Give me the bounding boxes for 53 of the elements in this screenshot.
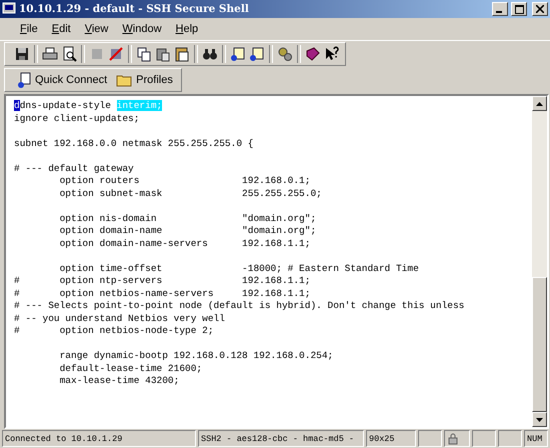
- copy-icon: [136, 46, 152, 62]
- up-arrow-icon: [536, 102, 543, 106]
- close-button[interactable]: [532, 2, 548, 16]
- scrollbar[interactable]: [532, 96, 547, 427]
- binoculars-icon: [202, 46, 218, 62]
- file-transfer-icon: [249, 46, 265, 62]
- minimize-button[interactable]: [492, 2, 508, 16]
- save-icon: [14, 46, 30, 62]
- terminal-line: option subnet-mask 255.255.255.0;: [58, 188, 323, 200]
- terminal-line: # option netbios-name-servers 192.168.1.1;: [14, 288, 312, 300]
- status-text: SSH2 - aes128-cbc - hmac-md5 -: [198, 430, 364, 447]
- terminal-line: option nis-domain "domain.org";: [58, 212, 318, 225]
- terminal-line: option time-offset -18000; # Eastern Standard Time: [58, 262, 420, 275]
- terminal-line: # option netbios-node-type 2;: [14, 325, 215, 338]
- close-icon: [536, 5, 544, 13]
- help-pointer-icon: [324, 46, 340, 62]
- disconnect-icon: [108, 46, 124, 62]
- terminal-line: range dynamic-bootp 192.168.0.128 192.168.0.254;: [58, 350, 334, 362]
- paste-icon: [155, 46, 171, 62]
- file-transfer-icon: [230, 46, 246, 62]
- profiles-button[interactable]: Profiles: [112, 71, 177, 89]
- terminal-line: # option ntp-servers 192.168.1.1;: [14, 275, 312, 288]
- terminal-line: # --- Selects point-to-point node (default is hybrid). Don't change this unless: [14, 300, 466, 312]
- menu-item[interactable]: View: [78, 21, 114, 37]
- terminal-line: max-lease-time 43200;: [58, 375, 180, 388]
- down-arrow-icon: [536, 418, 543, 422]
- status-text: 90x25: [366, 430, 416, 447]
- lock-icon: [447, 432, 459, 444]
- window-title: 10.10.1.29 - default - SSH Secure Shell: [19, 3, 250, 15]
- terminal-line: option domain-name-servers 192.168.1.1;: [58, 238, 312, 250]
- maximize-button[interactable]: [511, 2, 527, 16]
- maximize-icon: [514, 4, 524, 14]
- terminal-line: option routers 192.168.0.1;: [58, 175, 312, 188]
- status-text: NUM: [524, 430, 548, 447]
- menu-item[interactable]: File: [14, 21, 44, 37]
- terminal-line: # -- you understand Netbios very well: [14, 312, 226, 325]
- terminal-line: ddns-update-style interim;: [14, 100, 164, 112]
- gears-icon: [277, 46, 293, 62]
- menu-item[interactable]: Help: [170, 21, 204, 37]
- terminal-line: # --- default gateway: [14, 162, 135, 175]
- document-connect-icon: [17, 72, 31, 88]
- printer-icon: [42, 46, 58, 62]
- terminal-line: ignore client-updates;: [14, 112, 140, 125]
- clipboard-icon: [174, 46, 190, 62]
- menu-item[interactable]: Edit: [46, 21, 77, 37]
- folder-icon: [116, 73, 132, 87]
- menu-item[interactable]: Window: [116, 21, 168, 37]
- terminal-line: subnet 192.168.0.0 netmask 255.255.255.0 {: [14, 138, 254, 150]
- print-preview-icon: [61, 46, 77, 62]
- quick-connect-button[interactable]: Quick Connect: [13, 70, 112, 90]
- terminal-line: option domain-name "domain.org";: [58, 225, 318, 238]
- status-text: Connected to 10.10.1.29: [2, 430, 196, 447]
- terminal-line: default-lease-time 21600;: [58, 362, 204, 375]
